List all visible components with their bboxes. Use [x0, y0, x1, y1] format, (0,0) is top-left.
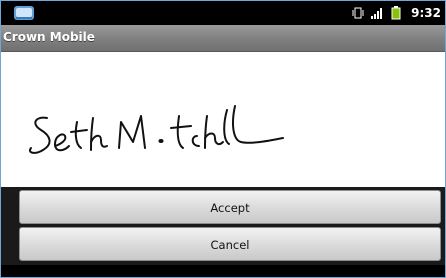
device-screen: 9:32 Crown Mobile Accept Cancel: [0, 0, 446, 278]
status-bar: 9:32: [1, 1, 445, 25]
android-system-icon: [14, 6, 34, 20]
battery-icon: [391, 6, 401, 20]
accept-button[interactable]: Accept: [19, 190, 441, 224]
signature-drawing: [29, 105, 284, 154]
bottom-strip: [1, 265, 445, 277]
signal-bars-icon: [371, 8, 383, 19]
status-icons: 9:32: [351, 1, 441, 25]
signature-canvas[interactable]: [1, 52, 445, 187]
app-title: Crown Mobile: [3, 30, 95, 44]
vibrate-icon: [352, 7, 364, 19]
button-bar: Accept Cancel: [1, 187, 445, 277]
status-time: 9:32: [411, 6, 441, 20]
cancel-button[interactable]: Cancel: [19, 227, 441, 261]
app-titlebar: Crown Mobile: [1, 25, 445, 52]
